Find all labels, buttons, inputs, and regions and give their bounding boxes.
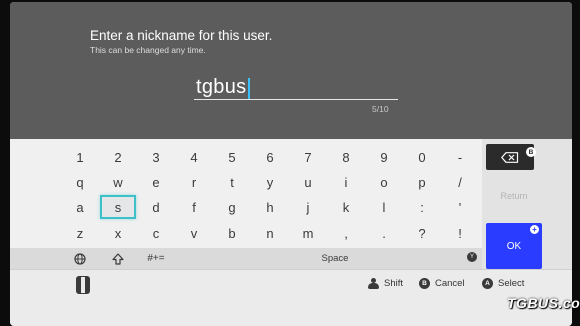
plus-button-badge: + <box>530 225 539 234</box>
key-3-2[interactable]: c <box>138 221 174 245</box>
key-3-10[interactable]: ! <box>442 221 478 245</box>
left-stick-icon <box>368 278 379 289</box>
key-2-3[interactable]: f <box>176 195 212 219</box>
input-panel: Enter a nickname for this user. This can… <box>10 2 572 139</box>
key-2-5[interactable]: h <box>252 195 288 219</box>
prompt-subtitle: This can be changed any time. <box>90 45 206 55</box>
key-3-9[interactable]: ? <box>404 221 440 245</box>
key-1-1[interactable]: w <box>100 170 136 194</box>
shift-hint[interactable]: Shift <box>368 278 403 289</box>
y-button-badge: Y <box>467 252 477 262</box>
cancel-hint-label: Cancel <box>435 278 465 289</box>
key-0-0[interactable]: 1 <box>62 145 98 169</box>
globe-icon <box>74 252 86 265</box>
key-0-2[interactable]: 3 <box>138 145 174 169</box>
key-1-3[interactable]: r <box>176 170 212 194</box>
shift-hint-label: Shift <box>384 278 404 289</box>
key-0-8[interactable]: 9 <box>366 145 402 169</box>
key-3-6[interactable]: m <box>290 221 326 245</box>
key-3-8[interactable]: . <box>366 221 402 245</box>
key-3-3[interactable]: v <box>176 221 212 245</box>
space-key[interactable]: Space <box>188 248 482 269</box>
cancel-hint[interactable]: B Cancel <box>419 278 465 289</box>
character-counter: 5/10 <box>372 104 389 114</box>
symbols-key[interactable]: #+= <box>138 248 174 269</box>
key-1-8[interactable]: o <box>366 170 402 194</box>
input-underline <box>194 99 398 100</box>
key-1-5[interactable]: y <box>252 170 288 194</box>
key-2-6[interactable]: j <box>290 195 326 219</box>
shift-key[interactable] <box>100 248 136 269</box>
a-button-icon: A <box>482 278 493 289</box>
key-2-8[interactable]: l <box>366 195 402 219</box>
key-2-4[interactable]: g <box>214 195 250 219</box>
key-3-1[interactable]: x <box>100 221 136 245</box>
nickname-input[interactable]: tgbus <box>196 76 246 99</box>
select-hint-label: Select <box>498 278 525 289</box>
key-1-7[interactable]: i <box>328 170 364 194</box>
key-2-1[interactable]: s <box>100 195 136 219</box>
key-0-1[interactable]: 2 <box>100 145 136 169</box>
key-0-5[interactable]: 6 <box>252 145 288 169</box>
key-2-7[interactable]: k <box>328 195 364 219</box>
key-3-7[interactable]: , <box>328 221 364 245</box>
key-3-0[interactable]: z <box>62 221 98 245</box>
key-0-10[interactable]: - <box>442 145 478 169</box>
key-0-9[interactable]: 0 <box>404 145 440 169</box>
key-1-10[interactable]: / <box>442 170 478 194</box>
shift-arrow-icon <box>112 252 124 265</box>
key-1-4[interactable]: t <box>214 170 250 194</box>
return-key[interactable]: Return <box>494 184 534 208</box>
text-caret <box>248 78 250 100</box>
key-1-6[interactable]: u <box>290 170 326 194</box>
key-2-10[interactable]: ' <box>442 195 478 219</box>
key-1-0[interactable]: q <box>62 170 98 194</box>
key-0-7[interactable]: 8 <box>328 145 364 169</box>
b-button-badge: B <box>526 147 536 157</box>
joycon-controller-icon <box>76 276 90 294</box>
key-1-2[interactable]: e <box>138 170 174 194</box>
key-0-3[interactable]: 4 <box>176 145 212 169</box>
key-0-6[interactable]: 7 <box>290 145 326 169</box>
site-watermark: TGBUS.com <box>507 295 580 311</box>
key-2-9[interactable]: : <box>404 195 440 219</box>
backspace-icon <box>501 151 519 163</box>
nickname-screen: Enter a nickname for this user. This can… <box>10 2 572 326</box>
prompt-title: Enter a nickname for this user. <box>90 28 273 43</box>
globe-key[interactable] <box>62 248 98 269</box>
key-3-4[interactable]: b <box>214 221 250 245</box>
select-hint[interactable]: A Select <box>482 278 524 289</box>
key-2-0[interactable]: a <box>62 195 98 219</box>
key-3-5[interactable]: n <box>252 221 288 245</box>
key-2-2[interactable]: d <box>138 195 174 219</box>
b-button-icon: B <box>419 278 430 289</box>
key-0-4[interactable]: 5 <box>214 145 250 169</box>
key-1-9[interactable]: p <box>404 170 440 194</box>
